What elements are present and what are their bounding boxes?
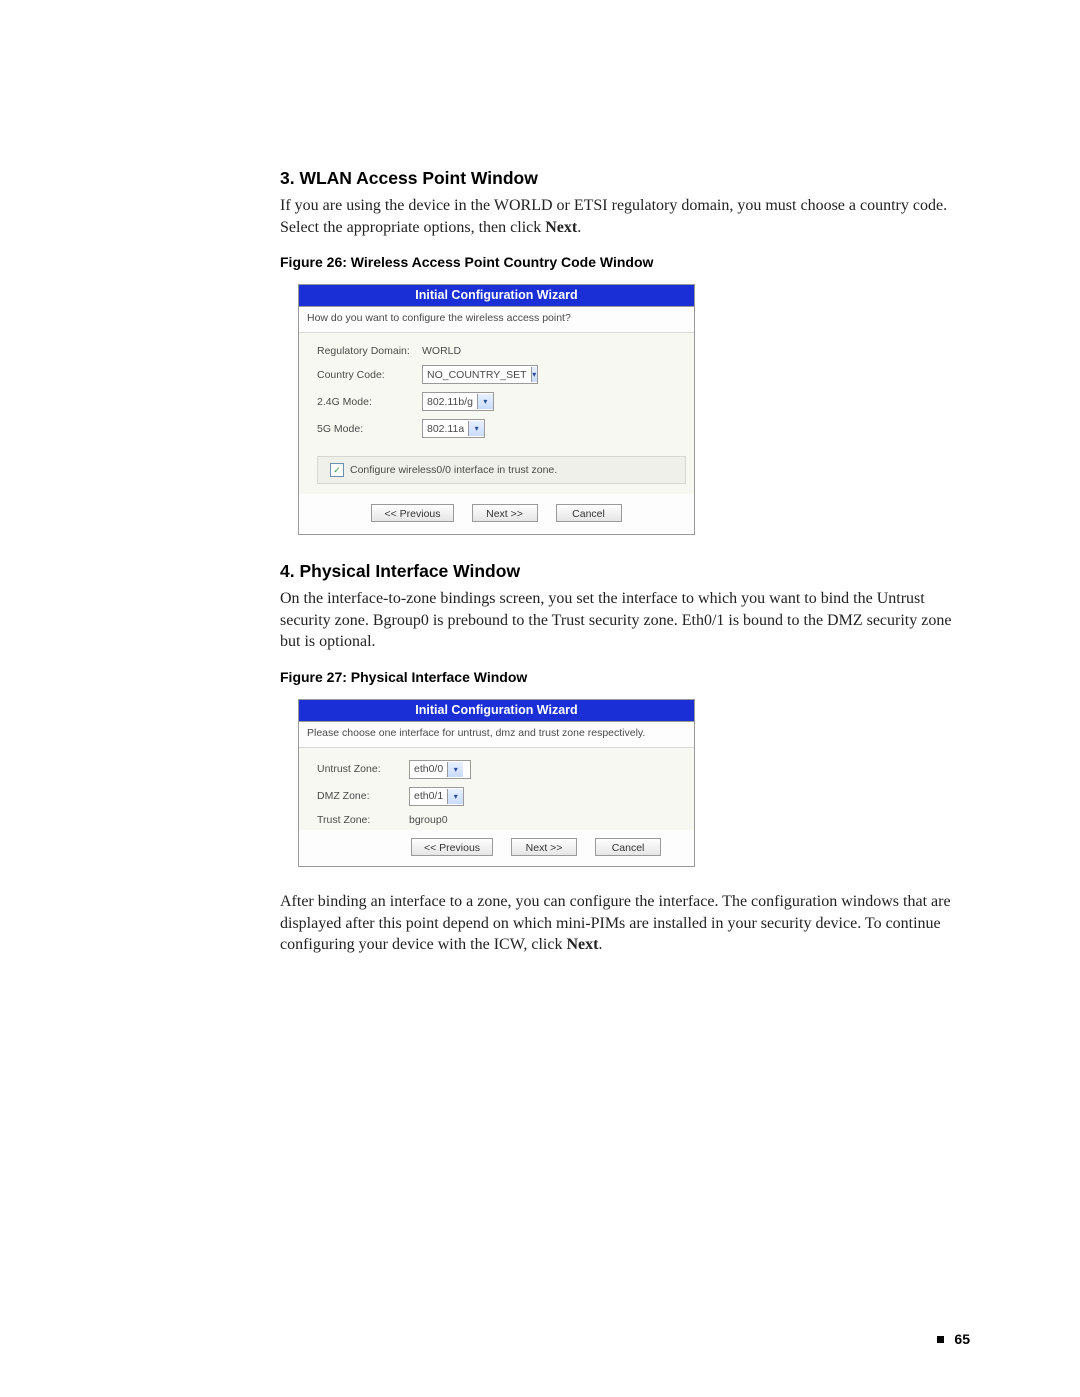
figure-27-caption: Figure 27: Physical Interface Window <box>280 669 970 685</box>
country-code-select[interactable]: NO_COUNTRY_SET ▾ <box>422 365 538 384</box>
trust-zone-checkbox[interactable]: ✓ <box>330 463 344 477</box>
chevron-down-icon: ▾ <box>447 789 463 804</box>
select-value: eth0/0 <box>414 763 443 775</box>
select-value: eth0/1 <box>414 790 443 802</box>
text-bold: Next <box>566 936 598 953</box>
next-button[interactable]: Next >> <box>511 838 577 856</box>
text-bold: Next <box>545 219 577 236</box>
chevron-down-icon: ▾ <box>447 762 463 777</box>
figure-26-wizard: Initial Configuration Wizard How do you … <box>298 284 695 535</box>
select-value: 802.11a <box>427 423 464 435</box>
trust-zone-value: bgroup0 <box>409 814 448 826</box>
text: If you are using the device in the WORLD… <box>280 197 947 236</box>
cancel-button[interactable]: Cancel <box>556 504 622 522</box>
text: . <box>598 936 602 953</box>
mode-5g-select[interactable]: 802.11a ▾ <box>422 419 485 438</box>
after-para: After binding an interface to a zone, yo… <box>280 891 970 956</box>
wizard-title: Initial Configuration Wizard <box>299 285 694 307</box>
wizard-prompt: Please choose one interface for untrust,… <box>299 722 694 748</box>
section-3-heading: 3. WLAN Access Point Window <box>280 168 970 189</box>
dmz-zone-label: DMZ Zone: <box>317 790 409 802</box>
section-4-para: On the interface-to-zone bindings screen… <box>280 588 970 653</box>
next-button[interactable]: Next >> <box>472 504 538 522</box>
page-footer: 65 <box>937 1331 970 1347</box>
previous-button[interactable]: << Previous <box>371 504 453 522</box>
text: After binding an interface to a zone, yo… <box>280 893 951 953</box>
regulatory-domain-label: Regulatory Domain: <box>317 345 422 357</box>
cancel-button[interactable]: Cancel <box>595 838 661 856</box>
previous-button[interactable]: << Previous <box>411 838 493 856</box>
mode-24g-select[interactable]: 802.11b/g ▾ <box>422 392 494 411</box>
chevron-down-icon: ▾ <box>468 421 484 436</box>
mode-24g-label: 2.4G Mode: <box>317 396 422 408</box>
square-bullet-icon <box>937 1336 944 1343</box>
trust-zone-checkbox-row: ✓ Configure wireless0/0 interface in tru… <box>317 456 686 484</box>
select-value: NO_COUNTRY_SET <box>427 369 527 381</box>
section-4-heading: 4. Physical Interface Window <box>280 561 970 582</box>
text: . <box>577 219 581 236</box>
trust-zone-label: Trust Zone: <box>317 814 409 826</box>
untrust-zone-label: Untrust Zone: <box>317 763 409 775</box>
mode-5g-label: 5G Mode: <box>317 423 422 435</box>
country-code-label: Country Code: <box>317 369 422 381</box>
chevron-down-icon: ▾ <box>477 394 493 409</box>
figure-27-wizard: Initial Configuration Wizard Please choo… <box>298 699 695 867</box>
dmz-zone-select[interactable]: eth0/1 ▾ <box>409 787 464 806</box>
select-value: 802.11b/g <box>427 396 473 408</box>
page-number: 65 <box>954 1331 970 1347</box>
regulatory-domain-value: WORLD <box>422 345 461 357</box>
wizard-title: Initial Configuration Wizard <box>299 700 694 722</box>
section-3-para: If you are using the device in the WORLD… <box>280 195 970 238</box>
chevron-down-icon: ▾ <box>531 367 537 382</box>
wizard-prompt: How do you want to configure the wireles… <box>299 307 694 333</box>
untrust-zone-select[interactable]: eth0/0 ▾ <box>409 760 471 779</box>
trust-zone-checkbox-label: Configure wireless0/0 interface in trust… <box>350 464 557 476</box>
figure-26-caption: Figure 26: Wireless Access Point Country… <box>280 254 970 270</box>
